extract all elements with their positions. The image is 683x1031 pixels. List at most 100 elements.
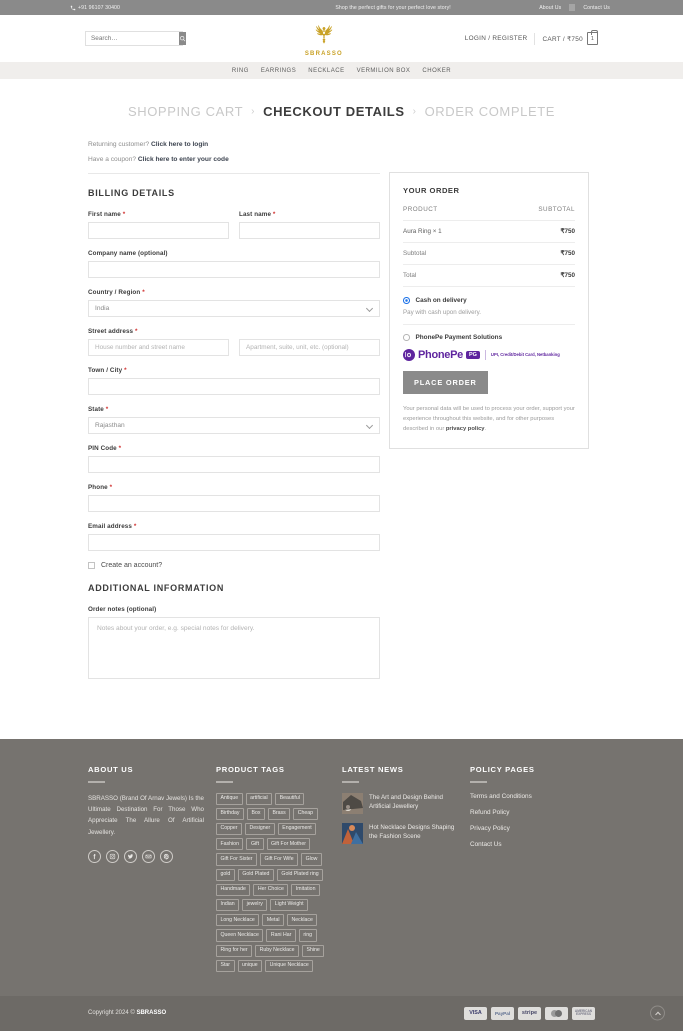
nav-item-earrings[interactable]: EARRINGS [261, 68, 296, 74]
order-notes-label: Order notes (optional) [88, 606, 157, 613]
step-shopping-cart[interactable]: SHOPPING CART [128, 104, 243, 119]
copyright-prefix: Copyright 2024 © [88, 1010, 137, 1017]
back-to-top-button[interactable] [650, 1005, 665, 1021]
cod-radio[interactable] [403, 297, 410, 304]
product-tag[interactable]: unique [237, 959, 263, 972]
product-tag[interactable]: Necklace [287, 914, 318, 927]
order-notes-textarea[interactable] [88, 617, 380, 679]
policy-link-terms[interactable]: Terms and Conditions [470, 793, 578, 800]
product-tag[interactable]: Antique [216, 792, 243, 805]
product-tag[interactable]: Unique Necklace [265, 959, 314, 972]
product-tag[interactable]: Rani Har [266, 929, 296, 942]
search-input[interactable] [86, 32, 179, 45]
email-input[interactable] [88, 534, 380, 551]
last-name-input[interactable] [239, 222, 380, 239]
product-tag[interactable]: Birthday [216, 807, 245, 820]
product-tag[interactable]: Handmade [216, 883, 251, 896]
product-tag[interactable]: Ruby Necklace [255, 944, 299, 957]
news-item[interactable]: The Art and Design Behind Artificial Jew… [342, 792, 458, 814]
payment-option-cod[interactable]: Cash on delivery [403, 287, 575, 304]
product-tag[interactable]: Engagement [277, 822, 317, 836]
policy-link-contact[interactable]: Contact Us [470, 841, 578, 848]
privacy-policy-link[interactable]: privacy policy [446, 426, 485, 432]
product-tag[interactable]: Gold Plated [237, 868, 274, 881]
street-address-line2-input[interactable] [239, 339, 380, 356]
product-tag[interactable]: Gift For Mother [266, 838, 311, 851]
product-tag[interactable]: artificial [245, 792, 273, 805]
product-tag[interactable]: Star [216, 959, 235, 972]
pin-code-input[interactable] [88, 456, 380, 473]
product-tag[interactable]: Copper [216, 822, 243, 836]
country-select[interactable]: India [88, 300, 380, 317]
order-line-label: Aura Ring × 1 [403, 228, 442, 235]
product-tag[interactable]: Her Choice [253, 883, 289, 896]
product-tag[interactable]: Shine [302, 944, 325, 957]
product-tag[interactable]: Box [247, 807, 265, 820]
email-icon[interactable] [142, 850, 155, 864]
twitter-icon[interactable] [124, 850, 137, 864]
policy-link-refund[interactable]: Refund Policy [470, 809, 578, 816]
street-address-line1-input[interactable] [88, 339, 229, 356]
search-box[interactable] [85, 31, 186, 46]
product-tag[interactable]: Ring for her [216, 944, 253, 957]
phone-label: Phone * [88, 484, 380, 491]
city-input[interactable] [88, 378, 380, 395]
street-row [88, 339, 380, 356]
news-thumbnail [342, 792, 363, 814]
nav-item-vermilion-box[interactable]: VERMILION BOX [357, 68, 411, 74]
product-tag[interactable]: Designer [245, 822, 275, 836]
top-link-contact[interactable]: Contact Us [580, 5, 613, 11]
product-tag[interactable]: jewelry [242, 898, 268, 912]
top-link-about[interactable]: About Us [536, 5, 564, 11]
login-register-link[interactable]: LOGIN / REGISTER [465, 35, 528, 42]
cart-link[interactable]: CART / ₹750 1 [542, 30, 598, 45]
product-tag[interactable]: Beautiful [275, 792, 305, 805]
main-navigation: RING EARRINGS NECKLACE VERMILION BOX CHO… [0, 62, 683, 79]
place-order-button[interactable]: PLACE ORDER [403, 371, 488, 394]
product-tag[interactable]: Long Necklace [216, 914, 260, 927]
nav-item-ring[interactable]: RING [232, 68, 249, 74]
product-tag[interactable]: Gift For Wife [260, 853, 299, 866]
login-link[interactable]: Click here to login [151, 141, 208, 148]
email-label-text: Email address [88, 523, 133, 530]
product-tag[interactable]: Queen Necklace [216, 929, 264, 942]
facebook-icon[interactable] [88, 850, 101, 864]
nav-item-choker[interactable]: CHOKER [422, 68, 451, 74]
product-tag[interactable]: Glow [301, 853, 322, 866]
product-tag[interactable]: Imitation [291, 883, 320, 896]
product-tag[interactable]: Cheap [293, 807, 318, 820]
product-tag[interactable]: Metal [262, 914, 285, 927]
about-heading: ABOUT US [88, 765, 134, 774]
product-tag[interactable]: Gold Plated ring [276, 868, 324, 881]
site-header: SBRASSO LOGIN / REGISTER CART / ₹750 1 [0, 15, 683, 62]
total-amount: ₹750 [560, 272, 575, 279]
coupon-link[interactable]: Click here to enter your code [138, 156, 229, 163]
phone-number[interactable]: +91 96107 30400 [70, 5, 250, 11]
product-tag[interactable]: ring [298, 929, 317, 942]
pinterest-icon[interactable] [160, 850, 173, 864]
phone-input[interactable] [88, 495, 380, 512]
privacy-end: . [484, 426, 487, 433]
first-name-input[interactable] [88, 222, 229, 239]
news-item[interactable]: Hot Necklace Designs Shaping the Fashion… [342, 822, 458, 844]
site-logo[interactable]: SBRASSO [183, 21, 465, 57]
product-tag[interactable]: Gift [246, 838, 264, 851]
instagram-icon[interactable] [106, 850, 119, 864]
cod-label: Cash on delivery [415, 297, 467, 304]
state-select[interactable]: Rajasthan [88, 417, 380, 434]
product-tag[interactable]: gold [216, 868, 235, 881]
product-tag[interactable]: Light Weight [270, 898, 309, 912]
order-subtotal-row: Subtotal ₹750 [403, 243, 575, 265]
product-tag[interactable]: Brass [267, 807, 291, 820]
product-tag[interactable]: Gift For Sister [216, 853, 257, 866]
product-tag[interactable]: Fashion [216, 838, 244, 851]
create-account-row[interactable]: Create an account? [88, 562, 380, 569]
order-line-amount: ₹750 [560, 228, 575, 235]
product-tag[interactable]: Indian [216, 898, 240, 912]
company-input[interactable] [88, 261, 380, 278]
phonepe-radio[interactable] [403, 334, 410, 341]
create-account-checkbox[interactable] [88, 562, 95, 569]
payment-option-phonepe[interactable]: PhonePe Payment Solutions [403, 325, 575, 341]
policy-link-privacy[interactable]: Privacy Policy [470, 825, 578, 832]
nav-item-necklace[interactable]: NECKLACE [308, 68, 344, 74]
